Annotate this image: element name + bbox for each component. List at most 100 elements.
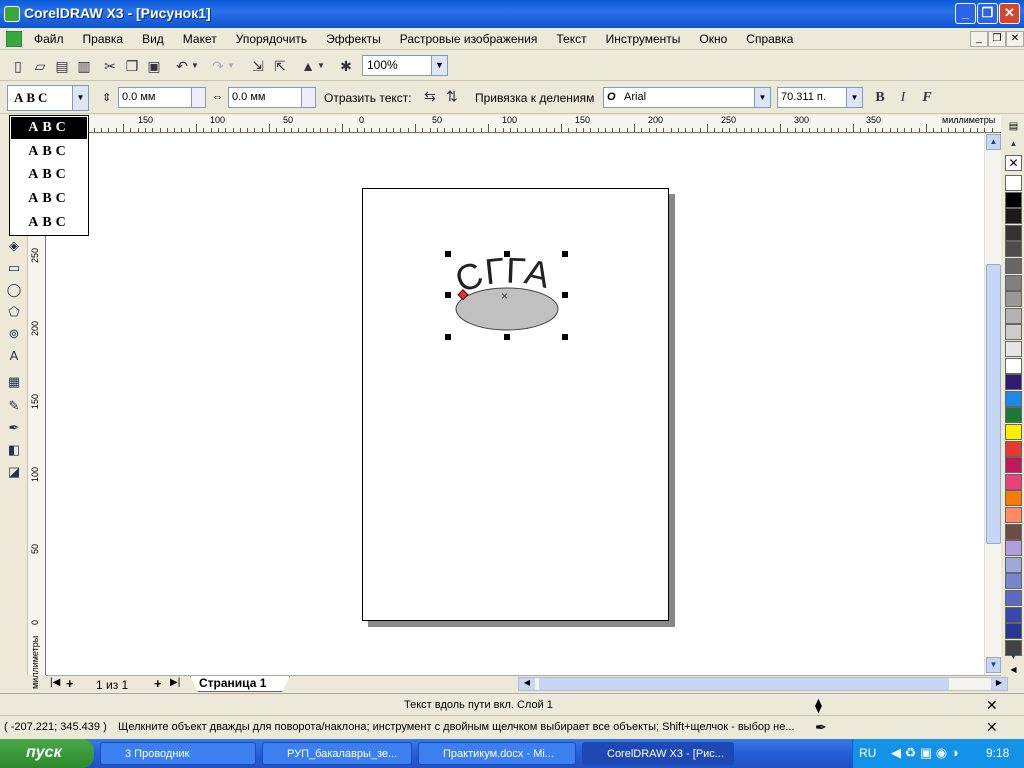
drawing-objects[interactable]: СГГА × [46,134,984,675]
preset-option[interactable]: ABC [11,141,87,163]
snap-to-marks-button[interactable]: Привязка к делениям [475,91,594,105]
scroll-right-button[interactable]: ▶ [991,678,1007,690]
close-button[interactable]: ✕ [999,3,1020,24]
menu-layout[interactable]: Макет [183,32,217,46]
menu-text[interactable]: Текст [556,32,586,46]
fill-tool-icon[interactable]: ◧ [5,441,23,459]
mirror-horizontal-icon[interactable]: ⇆ [420,86,440,106]
outline-tool-icon[interactable]: ✒ [5,419,23,437]
palette-scroll-up-icon[interactable]: ▲ [1005,139,1022,151]
fill-indicator-icon[interactable]: ⧫ [815,697,822,714]
color-swatch[interactable] [1005,573,1022,590]
preset-option[interactable]: ABC [11,188,87,210]
color-swatch[interactable] [1005,540,1022,557]
drawing-canvas[interactable]: СГГА × [46,134,984,675]
color-swatch[interactable] [1005,291,1022,308]
menu-view[interactable]: Вид [142,32,164,46]
color-swatch[interactable] [1005,258,1022,274]
first-page-icon[interactable]: |◀ [50,677,60,688]
rectangle-tool-icon[interactable]: ▭ [5,259,23,277]
tab-page-1[interactable]: Страница 1 [190,676,290,692]
palette-expand-icon[interactable]: ◀ [1005,665,1022,675]
preset-option[interactable]: ABC [11,164,87,186]
paste-icon[interactable]: ▣ [144,56,164,76]
doc-close-button[interactable]: ✕ [1006,31,1024,47]
preset-option[interactable]: ABC [11,117,87,139]
color-swatch[interactable] [1005,341,1022,357]
scroll-down-button[interactable]: ▼ [986,657,1001,673]
mirror-vertical-icon[interactable]: ⇅ [442,86,462,106]
coreldraw-app-icon[interactable] [4,6,20,22]
maximize-button[interactable]: ❐ [977,3,998,24]
eyedropper-tool-icon[interactable]: ✎ [5,397,23,415]
task-coreldraw[interactable]: CorelDRAW X3 - [Рис... [582,742,734,765]
redo-dropdown-icon[interactable]: ▼ [226,56,236,76]
offset-spinner[interactable] [301,88,315,107]
distance-spinner[interactable] [191,88,205,107]
color-swatch[interactable] [1005,523,1022,540]
color-swatch[interactable] [1005,590,1022,606]
export-icon[interactable]: ⇱ [270,56,290,76]
document-icon[interactable] [6,31,22,47]
doc-minimize-button[interactable]: _ [970,31,988,47]
minimize-button[interactable]: _ [955,3,976,24]
outline-indicator-icon[interactable]: ✒ [815,719,827,736]
undo-icon[interactable]: ↶ [172,56,192,76]
polygon-tool-icon[interactable]: ⬠ [5,303,23,321]
menu-bitmaps[interactable]: Растровые изображения [400,32,538,46]
bold-button[interactable]: B [870,88,890,108]
smart-fill-tool-icon[interactable]: ◈ [5,237,23,255]
scroll-thumb[interactable] [986,264,1001,544]
color-swatch[interactable] [1005,623,1022,640]
color-swatch[interactable] [1005,224,1022,241]
italic-button[interactable]: I [893,88,913,108]
font-dropdown-icon[interactable]: ▼ [754,88,770,107]
color-swatch[interactable] [1005,374,1022,391]
add-page-before-icon[interactable]: + [66,676,74,691]
preset-dropdown-icon[interactable]: ▼ [72,86,88,110]
zoom-dropdown-icon[interactable]: ▼ [431,56,447,75]
horizontal-ruler[interactable]: 150 100 50 0 50 100 150 200 250 300 350 … [46,115,1001,133]
interactive-blend-tool-icon[interactable]: ▦ [5,373,23,391]
palette-scroll-down-icon[interactable]: ▼ [1005,652,1022,664]
color-swatch[interactable] [1005,457,1022,474]
no-color-swatch[interactable]: ✕ [1005,155,1022,171]
preset-option[interactable]: ABC [11,212,87,234]
color-swatch[interactable] [1005,175,1022,191]
center-marker-icon[interactable]: × [501,289,508,303]
last-page-icon[interactable]: ▶| [170,677,180,688]
color-swatch[interactable] [1005,324,1022,341]
cut-icon[interactable]: ✂ [100,56,120,76]
color-swatch[interactable] [1005,208,1022,225]
font-size-dropdown-icon[interactable]: ▼ [846,88,862,107]
launcher-dropdown-icon[interactable]: ▼ [316,56,326,76]
no-fill-icon[interactable]: ✕ [986,697,998,714]
language-indicator[interactable]: RU [859,746,876,760]
menu-tools[interactable]: Инструменты [606,32,681,46]
color-swatch[interactable] [1005,357,1022,374]
basic-shapes-tool-icon[interactable]: ⊚ [5,325,23,343]
horizontal-offset-field[interactable]: 0.0 мм [228,87,316,108]
save-icon[interactable]: ▤ [52,56,72,76]
color-swatch[interactable] [1005,507,1022,523]
print-icon[interactable]: ▥ [74,56,94,76]
color-swatch[interactable] [1005,390,1022,407]
add-page-after-icon[interactable]: + [154,676,162,691]
interactive-fill-tool-icon[interactable]: ◪ [5,463,23,481]
scroll-left-button[interactable]: ◀ [519,678,535,690]
start-button[interactable]: пуск [0,739,94,768]
color-swatch[interactable] [1005,407,1022,424]
copy-icon[interactable]: ❐ [122,56,142,76]
font-size-select[interactable]: 70.311 п. ▼ [777,87,863,108]
menu-effects[interactable]: Эффекты [326,32,381,46]
text-tool-icon[interactable]: A [5,347,23,365]
color-swatch[interactable] [1005,440,1022,457]
color-swatch[interactable] [1005,556,1022,573]
doc-restore-button[interactable]: ❐ [988,31,1006,47]
scroll-up-button[interactable]: ▲ [986,134,1001,150]
color-swatch[interactable] [1005,274,1022,291]
color-swatch[interactable] [1005,424,1022,440]
color-swatch[interactable] [1005,191,1022,208]
task-rup-document[interactable]: РУП_бакалавры_зе... [262,742,412,765]
task-explorer[interactable]: 3 Проводник [100,742,256,765]
